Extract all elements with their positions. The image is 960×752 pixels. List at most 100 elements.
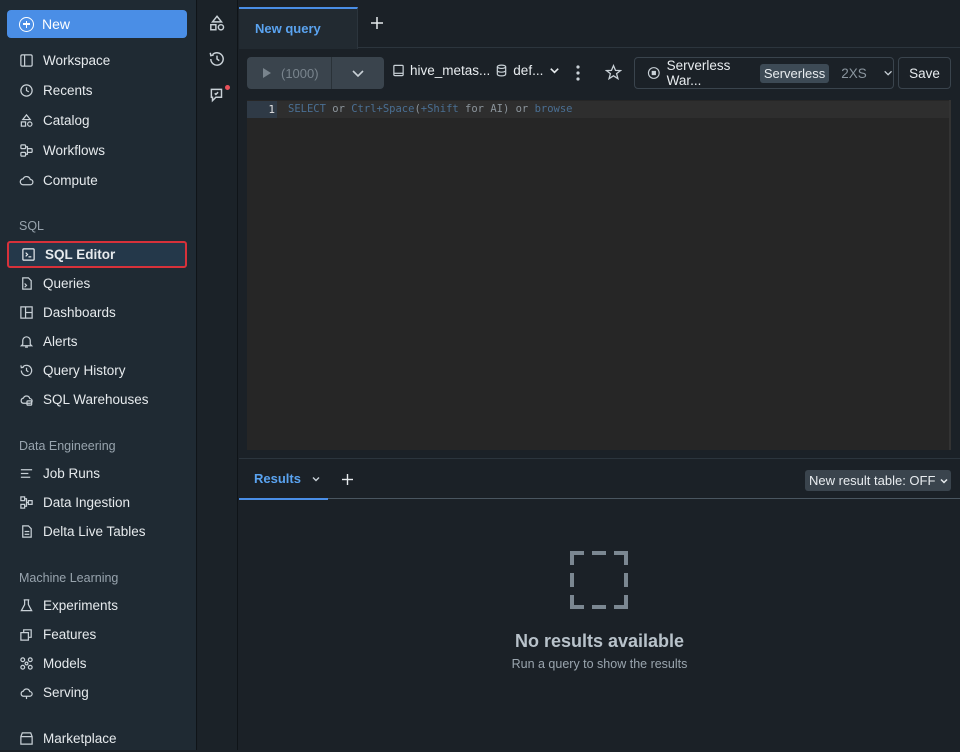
job-runs-icon xyxy=(20,469,33,478)
sidebar-item-marketplace[interactable]: Marketplace xyxy=(7,725,187,752)
sidebar-item-queries[interactable]: Queries xyxy=(7,270,187,297)
history-icon xyxy=(20,364,33,377)
sidebar-item-models[interactable]: Models xyxy=(7,650,187,677)
cloud-icon xyxy=(19,175,34,186)
new-button-label: New xyxy=(42,16,71,32)
main-panel: New query (1000) hive_metas... def... Se… xyxy=(239,0,960,750)
results-tab-label: Results xyxy=(254,471,301,486)
sidebar-item-label: Workspace xyxy=(43,53,111,68)
sidebar-item-label: Delta Live Tables xyxy=(43,524,146,539)
sql-editor[interactable]: 1 SELECT or Ctrl+Space(+Shift for AI) or… xyxy=(247,100,951,450)
sidebar-item-label: Workflows xyxy=(43,143,106,158)
hint-token: or xyxy=(325,103,352,115)
icon-rail xyxy=(198,0,238,750)
serving-icon xyxy=(20,688,33,700)
sidebar-item-delta-live-tables[interactable]: Delta Live Tables xyxy=(7,518,187,545)
sidebar-item-label: Experiments xyxy=(43,598,119,613)
catalog-name: hive_metas... xyxy=(410,63,491,78)
stop-circle-icon xyxy=(647,67,660,79)
line-number: 1 xyxy=(247,101,277,118)
sidebar-item-workflows[interactable]: Workflows xyxy=(7,137,187,164)
sidebar-item-query-history[interactable]: Query History xyxy=(7,357,187,384)
plus-circle-icon xyxy=(19,16,34,32)
empty-selection-icon xyxy=(570,551,628,609)
hint-token: for AI) or xyxy=(458,103,535,115)
models-icon xyxy=(20,657,33,670)
run-options-dropdown[interactable] xyxy=(332,57,384,89)
sidebar-item-label: Queries xyxy=(43,276,91,291)
play-icon xyxy=(263,68,271,78)
warehouse-selector[interactable]: Serverless War... Serverless 2XS xyxy=(634,57,894,89)
database-icon xyxy=(497,64,507,77)
sidebar-item-label: Dashboards xyxy=(43,305,116,320)
hint-token[interactable]: browse xyxy=(535,103,573,115)
sidebar-item-label: Compute xyxy=(43,173,98,188)
catalog-icon[interactable] xyxy=(208,14,226,32)
sidebar-item-label: Serving xyxy=(43,685,89,700)
sidebar-item-label: Marketplace xyxy=(43,731,117,746)
more-options-icon[interactable] xyxy=(576,65,580,81)
workflows-icon xyxy=(20,144,33,157)
sidebar-item-label: Job Runs xyxy=(43,466,101,481)
sidebar-item-workspace[interactable]: Workspace xyxy=(7,47,187,74)
run-button[interactable]: (1000) xyxy=(247,57,332,89)
sql-editor-icon xyxy=(22,248,35,261)
schema-name: def... xyxy=(513,63,544,78)
empty-title: No results available xyxy=(514,631,685,651)
catalog-book-icon xyxy=(393,64,404,77)
sidebar-item-alerts[interactable]: Alerts xyxy=(7,328,187,355)
sidebar-item-recents[interactable]: Recents xyxy=(7,77,187,104)
query-tab-bar: New query xyxy=(239,0,960,49)
results-tab-bar: Results New result table: OFF xyxy=(239,458,960,500)
new-result-table-toggle[interactable]: New result table: OFF xyxy=(805,470,951,491)
tab-results[interactable]: Results xyxy=(239,459,328,500)
add-result-tab-icon[interactable] xyxy=(341,473,354,486)
hint-token[interactable]: SELECT xyxy=(288,103,326,115)
sidebar-item-dashboards[interactable]: Dashboards xyxy=(7,299,187,326)
hint-token[interactable]: +Shift xyxy=(421,103,459,115)
ingestion-icon xyxy=(20,496,33,509)
sidebar-item-job-runs[interactable]: Job Runs xyxy=(7,460,187,487)
clock-icon xyxy=(20,84,33,97)
add-tab-icon[interactable] xyxy=(370,16,384,30)
sidebar-item-features[interactable]: Features xyxy=(7,621,187,648)
workspace-icon xyxy=(20,54,33,67)
features-icon xyxy=(20,629,32,641)
sidebar-item-sql-editor[interactable]: SQL Editor xyxy=(7,241,187,268)
empty-subtitle: Run a query to show the results xyxy=(511,657,688,671)
tab-new-query[interactable]: New query xyxy=(239,7,358,49)
save-button[interactable]: Save xyxy=(898,57,951,89)
sidebar-item-catalog[interactable]: Catalog xyxy=(7,107,187,134)
section-label-data-engineering: Data Engineering xyxy=(19,439,116,453)
chevron-down-icon xyxy=(550,68,560,74)
run-button-group: (1000) xyxy=(247,57,384,89)
history-icon[interactable] xyxy=(208,50,226,68)
chevron-down-icon xyxy=(352,70,364,78)
chevron-down-icon xyxy=(884,70,892,76)
sidebar-item-label: Data Ingestion xyxy=(43,495,131,510)
catalog-schema-selector[interactable]: hive_metas... def... xyxy=(392,63,561,78)
sidebar-item-sql-warehouses[interactable]: SQL Warehouses xyxy=(7,386,187,413)
catalog-icon xyxy=(20,113,33,127)
sidebar-item-label: Recents xyxy=(43,83,93,98)
new-button[interactable]: New xyxy=(7,10,187,38)
chevron-down-icon xyxy=(940,478,948,484)
hint-token[interactable]: Ctrl+Space xyxy=(351,103,414,115)
assistant-chat-icon[interactable] xyxy=(208,86,226,104)
sidebar-item-serving[interactable]: Serving xyxy=(7,679,187,706)
dashboard-icon xyxy=(20,306,33,319)
chevron-down-icon xyxy=(312,476,320,481)
sidebar-item-label: SQL Editor xyxy=(45,247,116,262)
sidebar-item-compute[interactable]: Compute xyxy=(7,167,187,194)
section-label-machine-learning: Machine Learning xyxy=(19,571,119,585)
flask-icon xyxy=(20,599,33,612)
queries-icon xyxy=(22,277,32,290)
sidebar: New Workspace Recents Catalog Workflows … xyxy=(0,0,197,750)
sidebar-item-label: Query History xyxy=(43,363,126,378)
sidebar-item-experiments[interactable]: Experiments xyxy=(7,592,187,619)
sidebar-item-data-ingestion[interactable]: Data Ingestion xyxy=(7,489,187,516)
sidebar-item-label: Alerts xyxy=(43,334,78,349)
notification-dot xyxy=(225,85,230,90)
empty-results: No results available Run a query to show… xyxy=(239,500,960,750)
star-icon[interactable] xyxy=(605,64,622,81)
